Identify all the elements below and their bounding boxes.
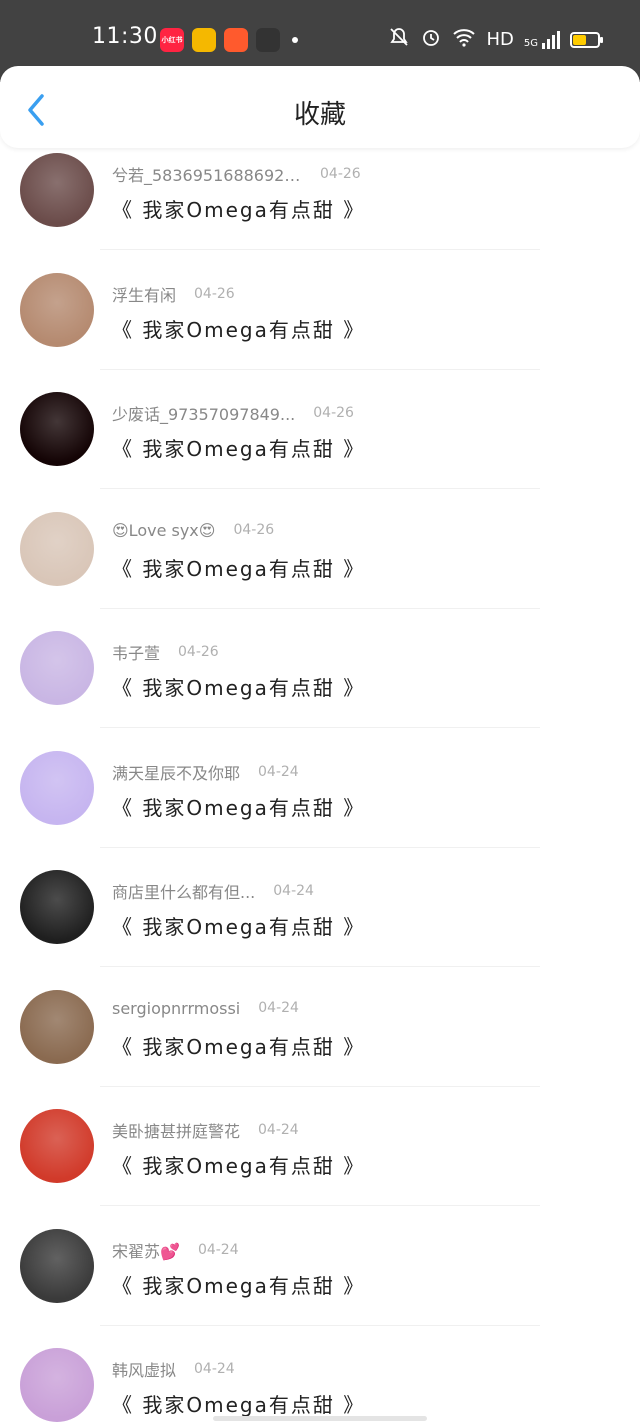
- book-title[interactable]: 《 我家Omega有点甜 》: [112, 1031, 365, 1060]
- notification-icons: 小红书: [160, 28, 298, 52]
- favorite-date: 04-24: [258, 763, 299, 780]
- divider: [100, 607, 540, 609]
- divider: [100, 966, 540, 967]
- favorite-item[interactable]: 美卧搪甚拼庭警花 04-24 《 我家Omega有点甜 》: [0, 1104, 640, 1224]
- home-indicator[interactable]: [213, 1416, 427, 1421]
- user-avatar[interactable]: [20, 1348, 94, 1422]
- item-meta: 韩风虚拟 04-24: [112, 1357, 235, 1381]
- divider: [100, 249, 540, 250]
- wifi-icon: [452, 27, 476, 52]
- favorite-item[interactable]: sergiopnrrmossi 04-24 《 我家Omega有点甜 》: [0, 985, 640, 1105]
- user-avatar[interactable]: [20, 272, 94, 347]
- item-meta: 满天星辰不及你耶 04-24: [112, 760, 299, 784]
- network-type: HD: [486, 29, 514, 50]
- divider: [100, 1324, 540, 1326]
- item-meta: 少废话_97357097849... 04-26: [112, 401, 354, 425]
- user-name[interactable]: sergiopnrrmossi: [112, 999, 240, 1018]
- user-avatar[interactable]: [20, 392, 94, 466]
- divider: [100, 488, 540, 489]
- more-notifications-dot: [292, 37, 298, 43]
- weibo-icon: [192, 28, 216, 52]
- item-meta: 美卧搪甚拼庭警花 04-24: [112, 1118, 299, 1142]
- favorite-date: 04-26: [320, 166, 361, 182]
- book-title[interactable]: 《 我家Omega有点甜 》: [112, 1270, 365, 1299]
- item-meta: 😍Love syx😍 04-26: [112, 521, 274, 540]
- user-avatar[interactable]: [20, 631, 94, 705]
- book-title[interactable]: 《 我家Omega有点甜 》: [112, 1389, 365, 1418]
- book-title[interactable]: 《 我家Omega有点甜 》: [112, 1150, 365, 1179]
- favorite-item[interactable]: 韩风虚拟 04-24 《 我家Omega有点甜 》: [0, 1343, 640, 1422]
- divider: [100, 727, 540, 728]
- favorite-date: 04-26: [233, 522, 275, 538]
- favorite-item[interactable]: 兮若_583695168869258 04-26 《 我家Omega有点甜 》: [0, 148, 640, 268]
- divider: [100, 1205, 540, 1206]
- favorites-list: 兮若_583695168869258 04-26 《 我家Omega有点甜 》浮生有…: [0, 148, 640, 1422]
- user-name[interactable]: 韦子萱: [112, 640, 160, 664]
- divider: [100, 846, 540, 848]
- user-name[interactable]: 浮生有闲: [112, 282, 176, 306]
- book-title[interactable]: 《 我家Omega有点甜 》: [112, 194, 365, 223]
- user-name[interactable]: 😍Love syx😍: [112, 521, 215, 540]
- item-meta: 韦子萱 04-26: [112, 640, 219, 664]
- favorite-date: 04-26: [194, 285, 235, 302]
- signal-label: 5G: [523, 37, 538, 49]
- status-indicators: HD 5G: [388, 26, 603, 53]
- alarm-icon: [420, 26, 442, 53]
- favorite-item[interactable]: 浮生有闲 04-26 《 我家Omega有点甜 》: [0, 268, 640, 388]
- user-name[interactable]: 少废话_97357097849...: [112, 401, 295, 425]
- favorite-item[interactable]: 韦子萱 04-26 《 我家Omega有点甜 》: [0, 626, 640, 746]
- book-title[interactable]: 《 我家Omega有点甜 》: [112, 553, 365, 582]
- user-avatar[interactable]: [20, 750, 94, 825]
- page-title: 收藏: [293, 100, 346, 130]
- book-title[interactable]: 《 我家Omega有点甜 》: [112, 792, 365, 821]
- book-title[interactable]: 《 我家Omega有点甜 》: [112, 314, 365, 343]
- item-meta: sergiopnrrmossi 04-24: [112, 999, 299, 1018]
- favorite-item[interactable]: 少废话_97357097849... 04-26 《 我家Omega有点甜 》: [0, 387, 640, 507]
- user-avatar[interactable]: [20, 1228, 94, 1303]
- user-name[interactable]: 美卧搪甚拼庭警花: [112, 1118, 240, 1142]
- user-avatar[interactable]: [20, 1109, 94, 1183]
- divider: [100, 1085, 540, 1087]
- item-meta: 商店里什么都有但... 04-24: [112, 879, 314, 903]
- favorite-item[interactable]: 商店里什么都有但... 04-24 《 我家Omega有点甜 》: [0, 865, 640, 985]
- user-avatar[interactable]: [20, 989, 94, 1064]
- book-title[interactable]: 《 我家Omega有点甜 》: [112, 911, 365, 940]
- favorite-date: 04-24: [258, 1000, 299, 1016]
- user-avatar[interactable]: [20, 153, 94, 227]
- book-title[interactable]: 《 我家Omega有点甜 》: [112, 672, 365, 701]
- kuaishou-icon: [224, 28, 248, 52]
- favorite-date: 04-24: [194, 1361, 235, 1377]
- page-header: 收藏: [0, 66, 640, 148]
- item-meta: 兮若_583695168869258 04-26: [112, 162, 361, 186]
- favorite-date: 04-26: [178, 644, 219, 660]
- favorite-item[interactable]: 😍Love syx😍 04-26 《 我家Omega有点甜 》: [0, 507, 640, 627]
- app-arrow-icon: [256, 28, 280, 52]
- signal-icon: 5G: [523, 30, 560, 49]
- user-name[interactable]: 宋翟苏💕: [112, 1238, 180, 1262]
- favorite-date: 04-24: [197, 1241, 239, 1258]
- book-title[interactable]: 《 我家Omega有点甜 》: [112, 433, 365, 462]
- favorite-date: 04-26: [313, 405, 354, 421]
- item-meta: 浮生有闲 04-26: [112, 282, 235, 306]
- divider: [100, 368, 540, 370]
- favorite-item[interactable]: 满天星辰不及你耶 04-24 《 我家Omega有点甜 》: [0, 746, 640, 866]
- favorite-item[interactable]: 宋翟苏💕 04-24 《 我家Omega有点甜 》: [0, 1224, 640, 1344]
- user-name[interactable]: 满天星辰不及你耶: [112, 760, 240, 784]
- favorite-date: 04-24: [258, 1122, 299, 1138]
- user-name[interactable]: 韩风虚拟: [112, 1357, 176, 1381]
- item-meta: 宋翟苏💕 04-24: [112, 1238, 239, 1262]
- status-time: 11:30: [92, 24, 158, 49]
- mute-icon: [388, 26, 410, 53]
- user-avatar[interactable]: [20, 511, 94, 586]
- user-name[interactable]: 兮若_583695168869258: [112, 162, 302, 186]
- battery-icon: [570, 31, 603, 48]
- favorite-date: 04-24: [273, 883, 314, 899]
- user-name[interactable]: 商店里什么都有但...: [112, 879, 255, 903]
- user-avatar[interactable]: [20, 870, 94, 944]
- xiaohongshu-icon: 小红书: [160, 28, 184, 52]
